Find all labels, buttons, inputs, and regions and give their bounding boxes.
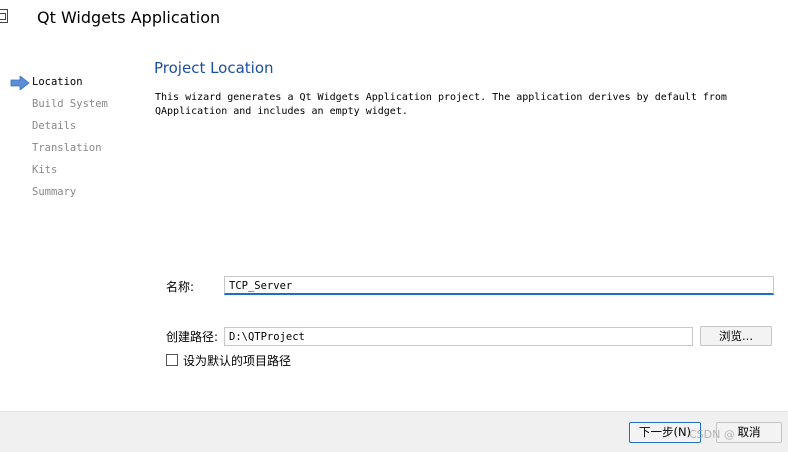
title-bar: Qt Widgets Application: [0, 0, 788, 36]
app-icon: [0, 9, 8, 23]
project-path-input[interactable]: [224, 327, 693, 346]
project-name-input[interactable]: [224, 276, 774, 295]
window-title: Qt Widgets Application: [37, 8, 221, 27]
step-kits: Kits: [32, 164, 58, 176]
page-description: This wizard generates a Qt Widgets Appli…: [155, 91, 755, 119]
description-line: QApplication and includes an empty widge…: [155, 106, 408, 117]
default-path-checkbox-label[interactable]: 设为默认的项目路径: [183, 352, 291, 369]
page-title: Project Location: [154, 59, 274, 77]
step-build-system: Build System: [32, 98, 108, 110]
step-summary: Summary: [32, 186, 77, 198]
watermark: CSDN @: [689, 428, 756, 441]
name-label: 名称:: [166, 280, 195, 294]
create-path-label: 创建路径:: [166, 330, 219, 344]
step-details: Details: [32, 120, 77, 132]
description-line: This wizard generates a Qt Widgets Appli…: [155, 92, 727, 103]
step-location: Location: [32, 76, 83, 88]
browse-button[interactable]: 浏览...: [700, 326, 772, 346]
default-path-checkbox[interactable]: [166, 354, 178, 366]
step-translation: Translation: [32, 142, 102, 154]
current-step-arrow-icon: [10, 76, 30, 90]
